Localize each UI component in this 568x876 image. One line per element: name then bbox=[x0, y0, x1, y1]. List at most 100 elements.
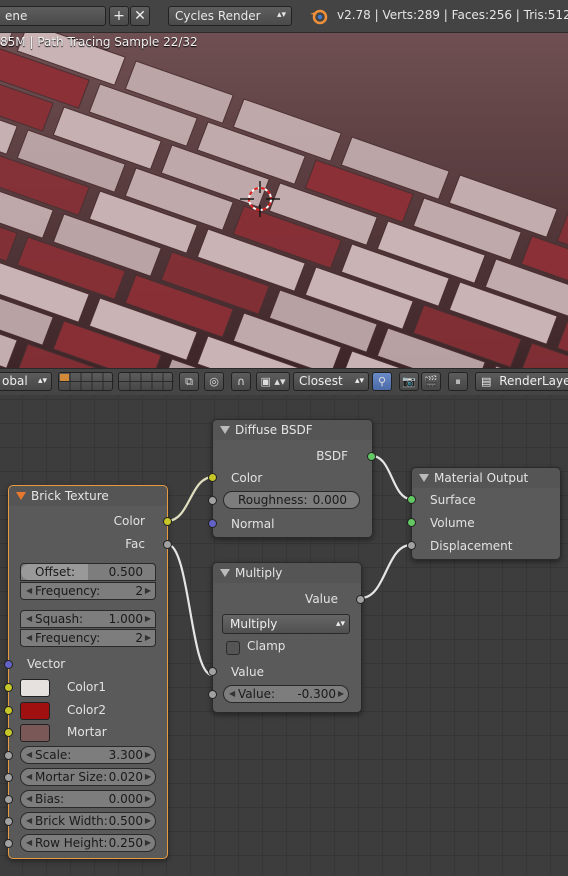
brick-width-label: Brick Width: bbox=[35, 814, 108, 828]
offset-frequency-field[interactable]: ◀ Frequency: 2 ▶ bbox=[20, 582, 156, 600]
collapse-triangle-icon[interactable] bbox=[16, 492, 26, 500]
socket-scale-in[interactable] bbox=[4, 751, 13, 760]
scale-field[interactable]: ◀ Scale: 3.300 ▶ bbox=[20, 746, 156, 764]
socket-mortar-size-in[interactable] bbox=[4, 773, 13, 782]
node-editor-canvas[interactable]: Diffuse BSDF BSDF Color Roughness: 0.000… bbox=[0, 395, 568, 876]
socket-color-out[interactable] bbox=[163, 517, 172, 526]
color1-swatch[interactable] bbox=[20, 679, 50, 697]
node-header[interactable]: Multiply bbox=[213, 563, 361, 583]
socket-color-in[interactable] bbox=[208, 473, 217, 482]
collapse-triangle-icon[interactable] bbox=[419, 474, 429, 482]
offset-slider[interactable]: Offset: 0.500 bbox=[20, 563, 156, 581]
brick-width-field[interactable]: ◀ Brick Width: 0.500 ▶ bbox=[20, 812, 156, 830]
decrement-arrow-icon[interactable]: ◀ bbox=[229, 686, 235, 702]
snap-align-icon[interactable]: ⚲ bbox=[372, 372, 392, 391]
proportional-edit-icon[interactable]: ◎ bbox=[204, 372, 224, 391]
increment-arrow-icon[interactable]: ▶ bbox=[145, 835, 151, 851]
mortar-size-label: Mortar Size: bbox=[35, 770, 108, 784]
squash-field[interactable]: ◀ Squash: 1.000 ▶ bbox=[20, 610, 156, 628]
decrement-arrow-icon[interactable]: ◀ bbox=[26, 813, 32, 829]
add-scene-button[interactable]: + bbox=[109, 6, 129, 26]
diffuse-bsdf-node[interactable]: Diffuse BSDF BSDF Color Roughness: 0.000… bbox=[208, 419, 376, 538]
node-title: Diffuse BSDF bbox=[235, 423, 313, 437]
bias-label: Bias: bbox=[35, 792, 65, 806]
pause-icon[interactable]: ⏸ bbox=[448, 372, 468, 391]
increment-arrow-icon[interactable]: ▶ bbox=[145, 583, 151, 599]
value-slider[interactable]: ◀ Value: -0.300 ▶ bbox=[223, 685, 349, 703]
offset-label: Offset: bbox=[35, 565, 76, 579]
socket-volume-in[interactable] bbox=[407, 518, 416, 527]
scene-selector-field[interactable]: ene bbox=[0, 6, 106, 26]
decrement-arrow-icon[interactable]: ◀ bbox=[26, 791, 32, 807]
socket-mortar-in[interactable] bbox=[4, 728, 13, 737]
render-layer-dropdown[interactable]: ▤ RenderLaye bbox=[475, 372, 568, 391]
increment-arrow-icon[interactable]: ▶ bbox=[145, 791, 151, 807]
bias-field[interactable]: ◀ Bias: 0.000 ▶ bbox=[20, 790, 156, 808]
increment-arrow-icon[interactable]: ▶ bbox=[145, 747, 151, 763]
squash-frequency-field[interactable]: ◀ Frequency: 2 ▶ bbox=[20, 629, 156, 647]
increment-arrow-icon[interactable]: ▶ bbox=[145, 769, 151, 785]
snap-target-dropdown[interactable]: Closest ▴▾ bbox=[293, 372, 369, 391]
material-output-node[interactable]: Material Output Surface Volume Displacem… bbox=[407, 467, 561, 560]
decrement-arrow-icon[interactable]: ◀ bbox=[26, 611, 32, 627]
socket-row-height-in[interactable] bbox=[4, 839, 13, 848]
color2-swatch[interactable] bbox=[20, 702, 50, 720]
scale-value: 3.300 bbox=[108, 748, 143, 762]
render-engine-dropdown[interactable]: Cycles Render ▴▾ bbox=[168, 6, 292, 26]
socket-color2-in[interactable] bbox=[4, 706, 13, 715]
increment-arrow-icon[interactable]: ▶ bbox=[338, 686, 344, 702]
mortar-size-field[interactable]: ◀ Mortar Size: 0.020 ▶ bbox=[20, 768, 156, 786]
decrement-arrow-icon[interactable]: ◀ bbox=[26, 583, 32, 599]
render-animation-icon[interactable]: 🎬 bbox=[421, 372, 441, 391]
frequency-value: 2 bbox=[135, 631, 143, 645]
socket-value-out[interactable] bbox=[356, 595, 365, 604]
decrement-arrow-icon[interactable]: ◀ bbox=[26, 747, 32, 763]
clamp-label: Clamp bbox=[247, 639, 286, 653]
scale-label: Scale: bbox=[35, 748, 72, 762]
increment-arrow-icon[interactable]: ▶ bbox=[145, 630, 151, 646]
socket-color1-in[interactable] bbox=[4, 683, 13, 692]
socket-value-in-1[interactable] bbox=[208, 667, 217, 676]
transform-orientation-label: obal bbox=[2, 374, 28, 388]
delete-scene-button[interactable]: ✕ bbox=[130, 6, 150, 26]
socket-normal-in[interactable] bbox=[208, 519, 217, 528]
mortar-swatch[interactable] bbox=[20, 724, 50, 742]
node-header[interactable]: Brick Texture bbox=[9, 486, 167, 506]
layer-buttons-group-2[interactable] bbox=[118, 372, 174, 391]
output-label-color: Color bbox=[113, 514, 145, 528]
lock-layers-icon[interactable]: ⧉ bbox=[179, 372, 199, 391]
decrement-arrow-icon[interactable]: ◀ bbox=[26, 769, 32, 785]
brick-texture-node[interactable]: Brick Texture Color Fac Offset: 0.500 ◀ … bbox=[4, 485, 172, 859]
snap-element-icon[interactable]: ▣ ▴▾ bbox=[256, 372, 290, 391]
clamp-checkbox[interactable] bbox=[226, 641, 240, 655]
math-operation-dropdown[interactable]: Multiply ▴▾ bbox=[222, 614, 350, 634]
socket-bsdf-out[interactable] bbox=[367, 452, 376, 461]
collapse-triangle-icon[interactable] bbox=[220, 426, 230, 434]
socket-fac-out[interactable] bbox=[163, 540, 172, 549]
increment-arrow-icon[interactable]: ▶ bbox=[145, 813, 151, 829]
frequency-label: Frequency: bbox=[35, 584, 101, 598]
socket-brick-width-in[interactable] bbox=[4, 817, 13, 826]
socket-displacement-in[interactable] bbox=[407, 541, 416, 550]
transform-orientation-dropdown[interactable]: obal ▴▾ bbox=[0, 372, 52, 391]
magnet-snap-icon[interactable]: ∩ bbox=[231, 372, 251, 391]
collapse-triangle-icon[interactable] bbox=[220, 569, 230, 577]
roughness-slider[interactable]: Roughness: 0.000 bbox=[223, 491, 360, 509]
decrement-arrow-icon[interactable]: ◀ bbox=[26, 835, 32, 851]
render-image-icon[interactable]: 📷 bbox=[399, 372, 419, 391]
layer-buttons-group-1[interactable] bbox=[58, 372, 114, 391]
node-header[interactable]: Diffuse BSDF bbox=[213, 420, 372, 440]
socket-surface-in[interactable] bbox=[407, 495, 416, 504]
socket-bias-in[interactable] bbox=[4, 795, 13, 804]
decrement-arrow-icon[interactable]: ◀ bbox=[26, 630, 32, 646]
socket-roughness-in[interactable] bbox=[208, 496, 217, 505]
row-height-field[interactable]: ◀ Row Height: 0.250 ▶ bbox=[20, 834, 156, 852]
increment-arrow-icon[interactable]: ▶ bbox=[145, 611, 151, 627]
input-label-color: Color bbox=[231, 471, 263, 485]
socket-value-in-2[interactable] bbox=[208, 690, 217, 699]
multiply-math-node[interactable]: Multiply Value Multiply ▴▾ Clamp Value ◀… bbox=[208, 562, 365, 713]
node-header[interactable]: Material Output bbox=[412, 468, 560, 488]
squash-label: Squash: bbox=[35, 612, 84, 626]
3d-viewport-rendered[interactable]: 85M | Path Tracing Sample 22/32 bbox=[0, 33, 568, 368]
socket-vector-in[interactable] bbox=[4, 660, 13, 669]
